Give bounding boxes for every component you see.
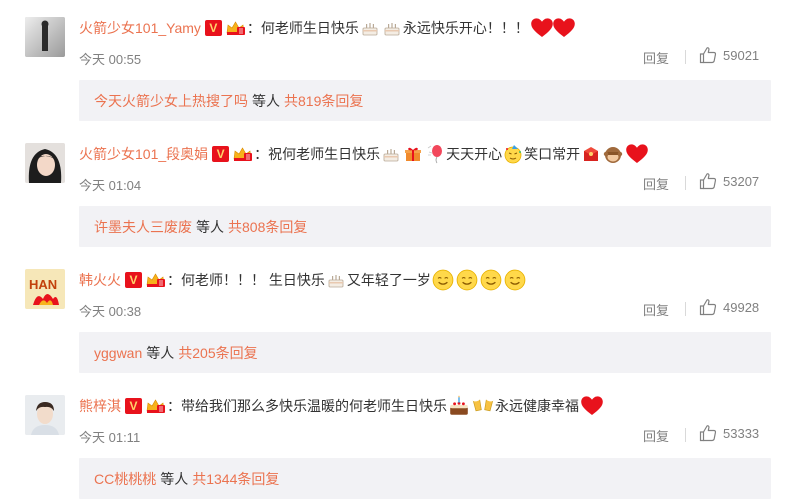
username-link[interactable]: 火箭少女101_段奥娟 [79,144,208,164]
sub-replies[interactable]: yggwan 等人 共205条回复 [79,332,771,373]
comment-item: 火箭少女101_Yamy V ：何老师生日快乐 永远快乐开心！！！ 今天 00:… [0,0,800,126]
comment-time: 今天 00:55 [79,52,142,67]
like-button[interactable]: 59021 [699,46,759,64]
comment-item: HAN 韩火火 V ：何老师！！！ 生日快乐 又年轻了一岁 今天 00:38 回… [0,252,800,378]
divider [685,302,686,316]
cake-icon [326,270,346,290]
sub-reply-user-link[interactable]: 许墨夫人三废废 [94,217,192,237]
comment-text: 天天开心 [446,146,503,162]
heart-icon [580,394,604,418]
sub-reply-user-link[interactable]: 今天火箭少女上热搜了吗 [94,91,248,111]
comment-item: 熊梓淇 V ：带给我们那么多快乐温暖的何老师生日快乐 永远健康幸福 今天 01:… [0,378,800,504]
comment-item: 火箭少女101_段奥娟 V ：祝何老师生日快乐 天天开心 笑口常开 今天 01:… [0,126,800,252]
heart-icon [552,16,576,40]
username-link[interactable]: 火箭少女101_Yamy [79,18,201,38]
cake-icon [360,18,380,38]
heart-icon [530,16,554,40]
avatar[interactable] [25,143,65,183]
thumbs-up-icon [699,424,717,442]
divider [685,428,686,442]
verified-badge-icon: V [204,20,222,36]
sub-reply-count-link[interactable]: 共819条回复 [284,91,363,111]
reply-button[interactable]: 回复 [643,174,669,193]
comment-time: 今天 00:38 [79,304,142,319]
like-button[interactable]: 53207 [699,172,759,190]
comment-time: 今天 01:11 [79,430,141,445]
avatar[interactable] [25,17,65,57]
reply-button[interactable]: 回复 [643,426,669,445]
sub-replies[interactable]: 许墨夫人三废废 等人 共808条回复 [79,206,771,247]
comment-text: 又年轻了一岁 [346,272,431,288]
balloon-icon [425,144,445,164]
sub-reply-count-link[interactable]: 共205条回复 [178,343,257,363]
verified-badge-icon: V [125,398,142,414]
avatar[interactable] [25,395,65,435]
divider [685,176,686,190]
verified-badge-icon: V [125,272,142,288]
reply-button[interactable]: 回复 [643,48,669,67]
smile-icon [456,269,478,291]
gift-icon [403,144,423,164]
party-face-icon [503,144,523,164]
sub-replies[interactable]: 今天火箭少女上热搜了吗 等人 共819条回复 [79,80,771,121]
like-count: 53207 [723,173,760,189]
comment-text: ：何老师生日快乐 [246,20,359,36]
sub-reply-user-link[interactable]: CC桃桃桃 [94,469,156,489]
smile-icon [504,269,526,291]
comment-text: ：祝何老师生日快乐 [254,146,381,162]
sub-replies[interactable]: CC桃桃桃 等人 共1344条回复 [79,458,771,499]
sub-reply-count-link[interactable]: 共1344条回复 [192,469,279,489]
like-button[interactable]: 53333 [699,424,759,442]
like-count: 59021 [723,47,760,63]
vip-crown-icon [145,271,166,289]
smile-icon [432,269,454,291]
sub-reply-user-link[interactable]: yggwan [94,345,142,361]
smile-icon [480,269,502,291]
vip-crown-icon [232,145,253,163]
cake-icon [381,144,401,164]
sub-reply-others-text: 等人 [160,470,189,487]
like-count: 53333 [723,425,760,441]
svg-text:HAN: HAN [29,277,57,292]
sub-reply-count-link[interactable]: 共808条回复 [228,217,307,237]
username-link[interactable]: 熊梓淇 [79,396,121,416]
thumbs-up-icon [699,298,717,316]
vip-crown-icon [225,19,246,37]
like-button[interactable]: 49928 [699,298,759,316]
birthday-cake-icon [448,395,470,417]
sub-reply-others-text: 等人 [146,344,175,361]
comment-text: ：带给我们那么多快乐温暖的何老师生日快乐 [167,398,447,414]
thumbs-up-icon [699,172,717,190]
heart-icon [625,142,649,166]
thumbs-up-icon [699,46,717,64]
sub-reply-others-text: 等人 [252,92,280,109]
avatar[interactable]: HAN [25,269,65,309]
red-envelope-icon [581,144,601,164]
comment-time: 今天 01:04 [79,178,142,193]
reply-button[interactable]: 回复 [643,300,669,319]
cheers-icon [472,395,494,417]
cake-icon [382,18,402,38]
sub-reply-others-text: 等人 [196,218,224,235]
divider [685,50,686,64]
comment-text: 永远健康幸福 [495,398,579,414]
monkey-icon [603,144,623,164]
like-count: 49928 [723,299,760,315]
verified-badge-icon: V [212,146,230,162]
vip-crown-icon [145,397,166,415]
comment-text: ：何老师！！！ 生日快乐 [167,272,325,288]
comment-text: 永远快乐开心！！！ [402,20,529,36]
comment-text: 笑口常开 [524,146,581,162]
username-link[interactable]: 韩火火 [79,270,121,290]
